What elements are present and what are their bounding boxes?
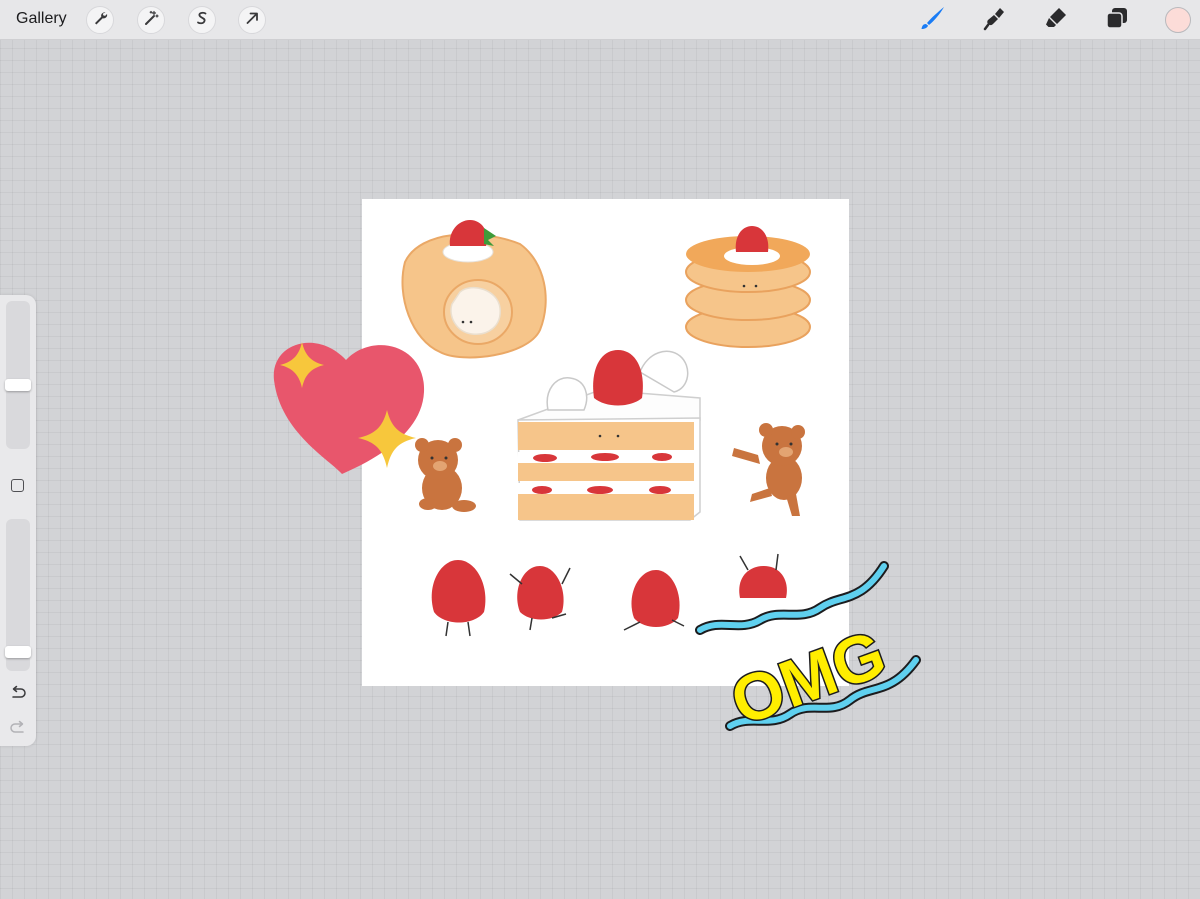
brush-size-slider[interactable]: [5, 301, 31, 449]
smudge-icon: [981, 5, 1007, 36]
transform-button[interactable]: [238, 6, 266, 34]
transform-arrow-icon: [244, 10, 260, 31]
opacity-slider[interactable]: [5, 519, 31, 671]
brush-tool-button[interactable]: [919, 6, 947, 34]
left-sidebar: [0, 295, 36, 746]
brush-icon: [919, 5, 947, 36]
adjustments-button[interactable]: [137, 6, 165, 34]
wrench-icon: [92, 10, 108, 31]
modify-button[interactable]: [11, 479, 24, 492]
color-picker-button[interactable]: [1165, 7, 1191, 33]
eraser-tool-button[interactable]: [1042, 6, 1070, 34]
selection-icon: [194, 10, 210, 31]
gallery-button[interactable]: Gallery: [16, 10, 67, 28]
redo-icon[interactable]: [9, 720, 27, 741]
top-toolbar: Gallery: [0, 0, 1200, 40]
layers-button[interactable]: [1103, 6, 1131, 34]
magic-wand-icon: [143, 10, 159, 31]
brush-size-handle[interactable]: [5, 379, 31, 391]
opacity-handle[interactable]: [5, 646, 31, 658]
selection-button[interactable]: [188, 6, 216, 34]
undo-icon[interactable]: [9, 685, 27, 706]
drawing-canvas[interactable]: [362, 199, 849, 686]
layers-icon: [1105, 6, 1129, 35]
eraser-icon: [1043, 5, 1069, 36]
actions-button[interactable]: [86, 6, 114, 34]
smudge-tool-button[interactable]: [980, 6, 1008, 34]
